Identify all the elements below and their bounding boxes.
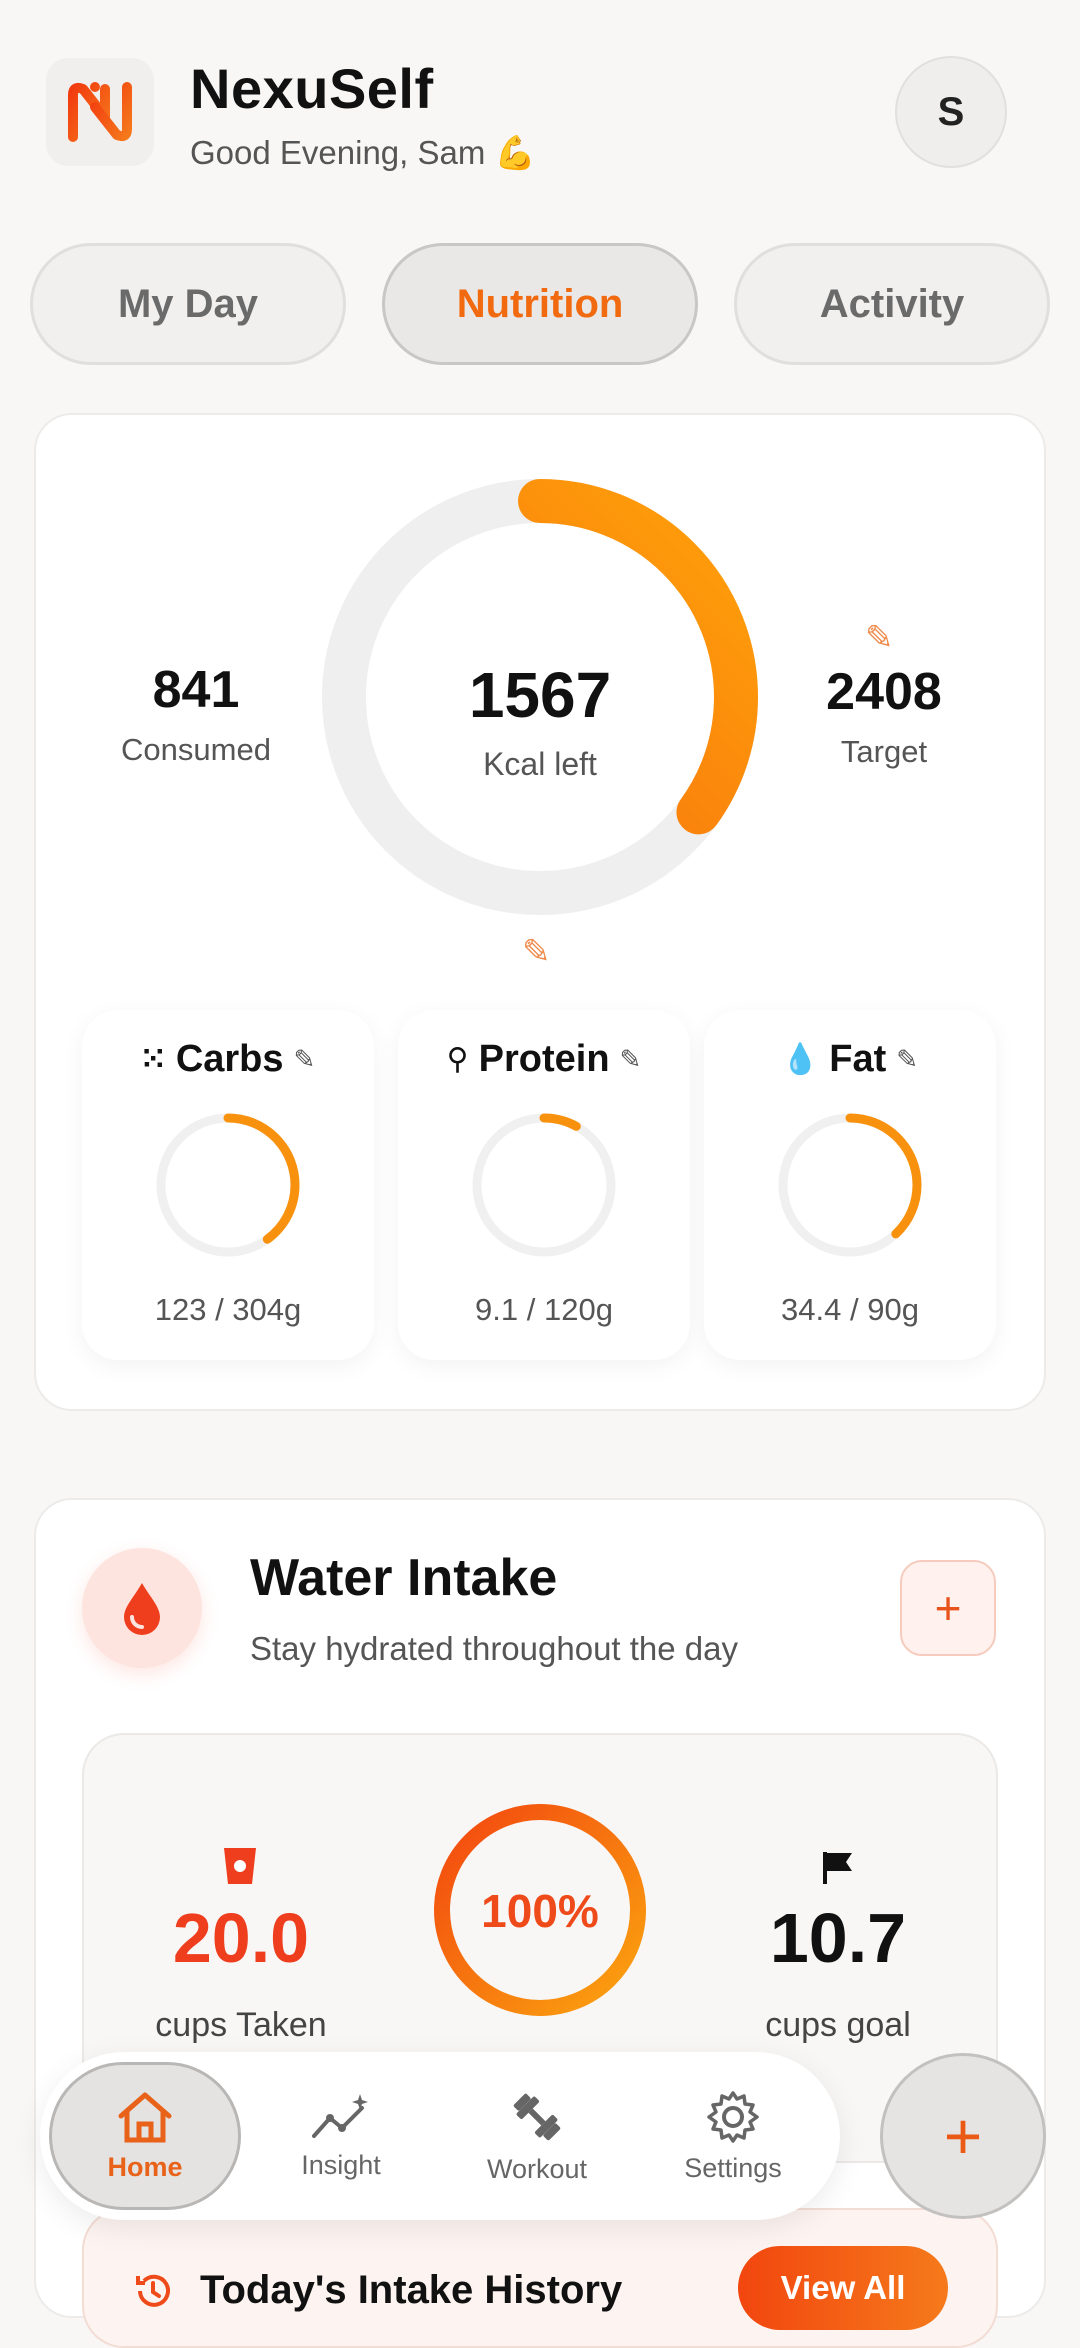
nav-home[interactable]: Home (49, 2062, 241, 2210)
nav-label: Home (107, 2151, 183, 2182)
avatar[interactable]: S (895, 56, 1007, 168)
fat-ring (778, 1113, 922, 1257)
add-water-button[interactable]: + (900, 1560, 996, 1656)
consumed-label: Consumed (121, 732, 271, 767)
edit-pencil-icon[interactable]: ✎ (294, 1044, 316, 1075)
consumed-value: 841 (152, 661, 240, 719)
edit-pencil-icon[interactable]: ✎ (620, 1044, 642, 1075)
macro-name: Protein (478, 1038, 610, 1080)
nav-label: Insight (301, 2149, 381, 2180)
protein-ring (472, 1113, 616, 1257)
insight-icon (312, 2093, 368, 2138)
water-taken-value: 20.0 (172, 1899, 310, 1977)
nav-label: Settings (684, 2152, 782, 2183)
view-all-button[interactable]: View All (738, 2246, 948, 2330)
water-taken-label: cups Taken (155, 2006, 327, 2044)
water-goal-value: 10.7 (769, 1899, 907, 1977)
droplet-icon: 💧 (781, 1043, 820, 1076)
carbs-ring (156, 1113, 300, 1257)
app-title: NexuSelf (190, 57, 434, 120)
nav-label: Workout (486, 2153, 588, 2184)
kcal-left-value: 1567 (468, 659, 612, 731)
history-icon (132, 2270, 174, 2322)
gear-icon (707, 2090, 759, 2143)
logo-icon (68, 82, 132, 142)
target-label: Target (840, 734, 928, 769)
cup-icon (222, 1844, 258, 1896)
water-goal-label: cups goal (765, 2006, 911, 2044)
tab-my-day[interactable]: My Day (30, 243, 346, 365)
history-title: Today's Intake History (200, 2268, 623, 2312)
dumbbell-icon (513, 2093, 561, 2140)
water-subtitle: Stay hydrated throughout the day (250, 1630, 739, 1667)
grain-icon: ⁙ (140, 1043, 166, 1076)
app-logo (46, 58, 154, 166)
tab-activity[interactable]: Activity (734, 243, 1050, 365)
edit-calories-pencil-icon[interactable]: ✎ (522, 932, 551, 972)
nav-workout[interactable]: Workout (441, 2062, 633, 2210)
protein-icon: ⚲ (446, 1043, 469, 1076)
macro-name: Fat (829, 1038, 887, 1080)
edit-pencil-icon[interactable]: ✎ (896, 1044, 918, 1075)
kcal-left-label: Kcal left (483, 746, 597, 782)
macro-card-protein[interactable]: ⚲ Protein ✎ 9.1 / 120g (398, 1010, 690, 1360)
nav-settings[interactable]: Settings (637, 2062, 829, 2210)
add-fab-button[interactable]: + (880, 2053, 1046, 2219)
greeting-text: Good Evening, Sam 💪 (190, 134, 536, 171)
home-icon (118, 2092, 172, 2142)
target-value: 2408 (826, 663, 942, 721)
macro-value: 123 / 304g (154, 1292, 302, 1327)
nav-insight[interactable]: Insight (245, 2062, 437, 2210)
macro-card-carbs[interactable]: ⁙ Carbs ✎ 123 / 304g (82, 1010, 374, 1360)
water-drop-icon (82, 1548, 202, 1668)
macro-name: Carbs (175, 1038, 284, 1080)
macro-card-fat[interactable]: 💧 Fat ✎ 34.4 / 90g (704, 1010, 996, 1360)
ring-track (472, 1113, 616, 1257)
tab-nutrition[interactable]: Nutrition (382, 243, 698, 365)
macro-value: 9.1 / 120g (475, 1292, 613, 1327)
water-title: Water Intake (250, 1549, 558, 1607)
edit-target-pencil-icon[interactable]: ✎ (865, 618, 894, 658)
macro-value: 34.4 / 90g (781, 1292, 919, 1327)
water-percent: 100% (481, 1885, 599, 1937)
flag-icon (822, 1850, 856, 1891)
